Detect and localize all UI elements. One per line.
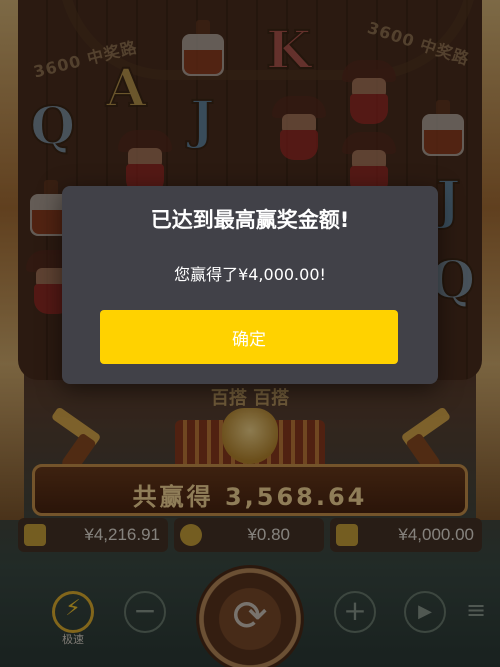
confirm-button[interactable]: 确定 — [100, 310, 398, 364]
max-win-dialog: 已达到最高赢奖金额! 您赢得了¥4,000.00! 确定 — [62, 186, 438, 384]
dialog-message: 您赢得了¥4,000.00! — [174, 265, 326, 284]
dialog-title: 已达到最高赢奖金额! — [150, 208, 350, 232]
